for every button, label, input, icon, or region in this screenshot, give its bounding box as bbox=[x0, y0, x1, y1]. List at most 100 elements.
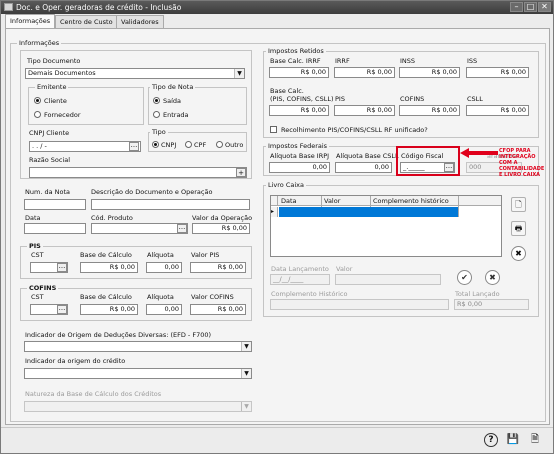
indicador-credito-label: Indicador da origem do crédito bbox=[25, 357, 126, 365]
tipo-outro-label: Outro bbox=[225, 141, 244, 149]
aliq-csll-input[interactable]: 0,00 bbox=[335, 162, 392, 173]
base-irrf-input[interactable]: R$ 0,00 bbox=[269, 67, 329, 78]
base-irrf-label: Base Calc. IRRF bbox=[270, 57, 321, 65]
cofins-aliquota-input[interactable]: 0,00 bbox=[146, 304, 182, 315]
table-row-indicator-header bbox=[271, 196, 278, 206]
base-pis-input[interactable]: R$ 0,00 bbox=[269, 105, 329, 116]
retido-pis-input[interactable]: R$ 0,00 bbox=[334, 105, 395, 116]
tab-centro-de-custo[interactable]: Centro de Custo bbox=[55, 15, 118, 28]
pis-aliquota-input[interactable]: 0,00 bbox=[146, 262, 182, 273]
num-nota-label: Num. da Nota bbox=[25, 188, 70, 196]
tipo-nota-entrada-radio[interactable] bbox=[153, 111, 160, 118]
tipo-outro-radio[interactable] bbox=[216, 141, 223, 148]
pis-aliquota-label: Alíquota bbox=[147, 251, 174, 259]
emitente-cliente-label: Cliente bbox=[44, 97, 67, 105]
codigo-fiscal-lookup-button[interactable]: ... bbox=[444, 163, 454, 172]
caixa-valor-label: Valor bbox=[336, 265, 353, 273]
natureza-label: Natureza da Base de Cálculo dos Créditos bbox=[25, 390, 162, 398]
tipo-nota-group: Tipo de Nota bbox=[148, 83, 247, 125]
cnpj-cliente-label: CNPJ Cliente bbox=[29, 129, 70, 137]
indicador-credito-select[interactable]: ▼ bbox=[24, 368, 252, 379]
emitente-group: Emitente bbox=[28, 83, 144, 125]
tab-validadores[interactable]: Validadores bbox=[116, 15, 164, 28]
tipo-cnpj-radio[interactable] bbox=[152, 141, 159, 148]
row-pointer-icon: ▸ bbox=[271, 207, 278, 217]
aliq-csll-label: Alíquota Base CSLL bbox=[336, 152, 399, 160]
complemento-label: Complemento Histórico bbox=[271, 290, 348, 298]
print-icon[interactable]: 🖶 bbox=[511, 221, 526, 236]
minimize-button[interactable]: – bbox=[510, 2, 523, 12]
razao-social-input[interactable] bbox=[29, 167, 247, 178]
chevron-down-icon: ▼ bbox=[241, 342, 251, 351]
tipo-documento-select[interactable]: Demais Documentos ▼ bbox=[25, 68, 245, 79]
razao-social-add-button[interactable]: + bbox=[236, 168, 246, 177]
valor-operacao-label: Valor da Operação bbox=[192, 214, 253, 222]
cod-produto-input[interactable] bbox=[91, 223, 188, 234]
emitente-fornecedor-radio[interactable] bbox=[34, 111, 41, 118]
indicador-deducoes-select[interactable]: ▼ bbox=[24, 341, 252, 352]
cofins-aliquota-label: Alíquota bbox=[147, 293, 174, 301]
inss-label: INSS bbox=[400, 57, 416, 65]
help-icon[interactable]: ? bbox=[484, 433, 498, 447]
natureza-select[interactable]: ▼ bbox=[24, 401, 252, 412]
caixa-valor-input[interactable] bbox=[335, 274, 441, 285]
iss-label: ISS bbox=[467, 57, 478, 65]
retido-cofins-input[interactable]: R$ 0,00 bbox=[399, 105, 460, 116]
inss-input[interactable]: R$ 0,00 bbox=[399, 67, 460, 78]
cancel-icon[interactable]: 🗎 bbox=[528, 433, 542, 447]
num-nota-input[interactable] bbox=[24, 199, 86, 210]
iss-input[interactable]: R$ 0,00 bbox=[466, 67, 529, 78]
cofins-cst-label: CST bbox=[31, 293, 44, 301]
pis-valor-input[interactable]: R$ 0,00 bbox=[190, 262, 246, 273]
close-button[interactable]: ✕ bbox=[538, 2, 551, 12]
confirm-icon[interactable]: ✔ bbox=[457, 270, 472, 285]
emitente-cliente-radio[interactable] bbox=[34, 97, 41, 104]
cod-produto-lookup-button[interactable]: ... bbox=[177, 224, 187, 233]
complemento-input[interactable] bbox=[270, 299, 449, 310]
descricao-input[interactable] bbox=[91, 199, 250, 210]
tipo-title: Tipo bbox=[150, 128, 168, 136]
pis-valor-label: Valor PIS bbox=[191, 251, 220, 259]
cofins-base-input[interactable]: R$ 0,00 bbox=[80, 304, 138, 315]
cofins-valor-input[interactable]: R$ 0,00 bbox=[190, 304, 246, 315]
cnpj-lookup-button[interactable]: ... bbox=[129, 142, 139, 151]
tipo-nota-saida-radio[interactable] bbox=[153, 97, 160, 104]
informacoes-group-title: Informações bbox=[17, 39, 62, 47]
total-lancado-input[interactable]: R$ 0,00 bbox=[454, 299, 529, 310]
chevron-down-icon: ▼ bbox=[234, 69, 244, 78]
chevron-down-icon: ▼ bbox=[241, 369, 251, 378]
data-lancamento-input[interactable]: __/__/____ bbox=[270, 274, 330, 285]
table-row-selected[interactable] bbox=[279, 207, 458, 217]
new-icon[interactable]: 🗋 bbox=[511, 197, 526, 212]
column-divider bbox=[458, 196, 459, 217]
cofins-cst-lookup-button[interactable]: ... bbox=[57, 305, 67, 314]
tipo-documento-value: Demais Documentos bbox=[28, 69, 96, 77]
valor-operacao-input[interactable]: R$ 0,00 bbox=[192, 223, 250, 234]
app-icon bbox=[4, 3, 13, 11]
tab-informacoes[interactable]: Informações bbox=[5, 14, 56, 29]
retido-cofins-label: COFINS bbox=[400, 95, 425, 103]
discard-icon[interactable]: ✖ bbox=[485, 270, 500, 285]
tipo-cpf-radio[interactable] bbox=[185, 141, 192, 148]
delete-icon[interactable]: ✖ bbox=[511, 246, 526, 261]
irrf-input[interactable]: R$ 0,00 bbox=[334, 67, 395, 78]
aliq-irpj-input[interactable]: 0,00 bbox=[269, 162, 330, 173]
save-icon[interactable]: 💾 bbox=[506, 433, 520, 447]
pis-cst-lookup-button[interactable]: ... bbox=[57, 263, 67, 272]
indicador-deducoes-label: Indicador de Origem de Deduções Diversas… bbox=[25, 331, 212, 339]
bottom-divider bbox=[1, 427, 553, 428]
descricao-label: Descrição do Documento e Operação bbox=[91, 188, 213, 196]
cofins-title: COFINS bbox=[27, 284, 59, 292]
pis-title: PIS bbox=[27, 242, 43, 250]
razao-social-label: Razão Social bbox=[29, 156, 71, 164]
maximize-button[interactable]: □ bbox=[524, 2, 537, 12]
tipo-nota-saida-label: Saída bbox=[163, 97, 182, 105]
pis-base-input[interactable]: R$ 0,00 bbox=[80, 262, 138, 273]
cnpj-cliente-input[interactable]: . . / - bbox=[29, 141, 141, 152]
data-input[interactable] bbox=[24, 223, 86, 234]
emitente-title: Emitente bbox=[35, 83, 69, 91]
impostos-federais-title: Impostos Federais bbox=[266, 142, 330, 150]
column-complemento: Complemento histórico bbox=[373, 197, 449, 205]
recolhimento-checkbox[interactable] bbox=[270, 126, 277, 133]
retido-csll-input[interactable]: R$ 0,00 bbox=[466, 105, 529, 116]
